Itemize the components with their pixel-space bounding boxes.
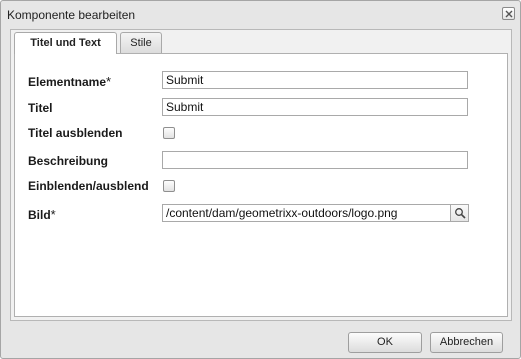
cancel-button[interactable]: Abbrechen — [430, 332, 503, 353]
browse-image-button[interactable] — [450, 204, 469, 222]
close-button[interactable] — [502, 7, 515, 20]
hide-title-label: Titel ausblenden — [28, 126, 123, 140]
element-name-row: Elementname* — [15, 71, 509, 91]
element-name-label: Elementname* — [28, 74, 112, 89]
required-marker: * — [50, 207, 56, 222]
ok-button[interactable]: OK — [348, 332, 422, 353]
title-input[interactable] — [162, 98, 468, 116]
tab-titel-und-text[interactable]: Titel und Text — [14, 32, 117, 54]
image-label: Bild* — [28, 207, 56, 222]
title-label: Titel — [28, 101, 53, 115]
hide-title-checkbox[interactable] — [163, 127, 175, 139]
tab-stile[interactable]: Stile — [120, 32, 162, 53]
edit-component-dialog: Komponente bearbeiten Titel und Text Sti… — [0, 0, 521, 359]
required-marker: * — [106, 74, 112, 89]
toggle-row: Einblenden/ausblend — [15, 176, 509, 196]
toggle-checkbox[interactable] — [163, 180, 175, 192]
search-icon — [455, 208, 466, 219]
dialog-title: Komponente bearbeiten — [7, 8, 136, 22]
description-row: Beschreibung — [15, 151, 509, 171]
hide-title-row: Titel ausblenden — [15, 123, 509, 143]
element-name-input[interactable] — [162, 71, 468, 89]
description-input[interactable] — [162, 151, 468, 169]
description-label: Beschreibung — [28, 154, 109, 168]
close-icon — [505, 10, 513, 18]
tab-panel: Titel und Text Stile Elementname* Titel … — [10, 29, 512, 321]
toggle-label: Einblenden/ausblend — [28, 179, 149, 193]
dialog-titlebar[interactable]: Komponente bearbeiten — [1, 1, 520, 29]
tab-body: Elementname* Titel Titel ausblenden Besc… — [14, 53, 508, 317]
title-row: Titel — [15, 98, 509, 118]
image-row: Bild* — [15, 204, 509, 224]
image-path-input[interactable] — [162, 204, 451, 222]
tab-strip: Titel und Text Stile — [14, 32, 509, 54]
